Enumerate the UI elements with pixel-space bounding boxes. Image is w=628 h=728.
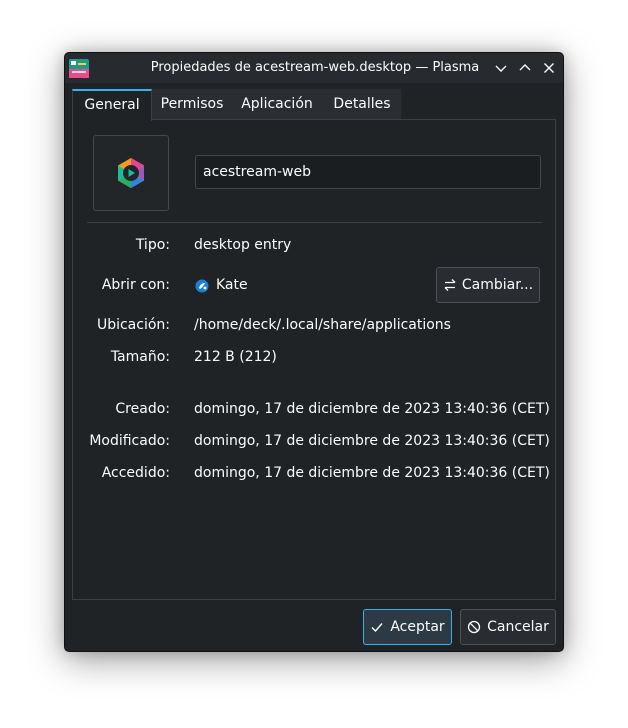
cancel-button[interactable]: Cancelar [460, 609, 556, 645]
properties-dialog: Propiedades de acestream-web.desktop — P… [64, 52, 564, 652]
location-label: Ubicación: [96, 317, 170, 333]
accessed-value: domingo, 17 de diciembre de 2023 13:40:3… [194, 465, 550, 481]
maximize-button[interactable] [517, 60, 533, 76]
cancel-circle-icon [467, 620, 481, 634]
file-icon-button[interactable] [93, 135, 169, 211]
separator [87, 222, 542, 223]
ok-button-label: Aceptar [390, 619, 445, 635]
minimize-button[interactable] [493, 60, 509, 76]
type-value: desktop entry [194, 237, 292, 253]
location-value: /home/deck/.local/share/applications [194, 317, 451, 333]
titlebar[interactable]: Propiedades de acestream-web.desktop — P… [65, 53, 563, 83]
size-label: Tamaño: [110, 349, 170, 365]
file-name-input[interactable]: acestream-web [195, 155, 541, 189]
accessed-label: Accedido: [101, 465, 170, 481]
checkmark-icon [371, 623, 383, 633]
created-value: domingo, 17 de diciembre de 2023 13:40:3… [194, 401, 550, 417]
kate-icon [195, 278, 209, 293]
tab-aplicacion[interactable]: Aplicación [232, 89, 322, 119]
swap-arrows-icon [444, 279, 456, 291]
tab-general[interactable]: General [72, 89, 152, 121]
open-with-app: Kate [216, 277, 248, 293]
cancel-button-label: Cancelar [487, 619, 549, 635]
close-button[interactable] [541, 60, 557, 76]
size-value: 212 B (212) [194, 349, 277, 365]
type-label: Tipo: [135, 237, 170, 253]
ok-button[interactable]: Aceptar [363, 609, 452, 645]
close-icon [544, 63, 554, 73]
window-title: Propiedades de acestream-web.desktop — P… [150, 60, 480, 75]
chevron-up-icon [519, 64, 531, 71]
modified-label: Modificado: [89, 433, 170, 449]
change-app-button[interactable]: Cambiar... [436, 267, 540, 303]
tab-detalles[interactable]: Detalles [323, 89, 401, 119]
chevron-down-icon [495, 65, 507, 72]
change-button-label: Cambiar... [461, 277, 534, 293]
created-label: Creado: [115, 401, 170, 417]
acestream-hexagon-icon [118, 158, 144, 188]
modified-value: domingo, 17 de diciembre de 2023 13:40:3… [194, 433, 550, 449]
kde-properties-icon [69, 59, 89, 78]
tab-permisos[interactable]: Permisos [153, 89, 231, 119]
open-with-label: Abrir con: [101, 277, 170, 293]
